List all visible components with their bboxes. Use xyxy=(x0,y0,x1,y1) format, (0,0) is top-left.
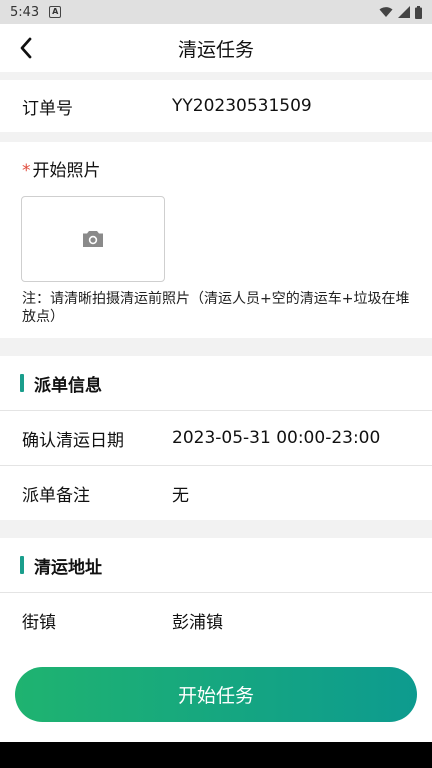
status-time: 5:43 xyxy=(10,4,40,20)
dispatch-remark-label: 派单备注 xyxy=(22,485,90,506)
address-header: 清运地址 xyxy=(0,538,432,592)
start-photo-card: * 开始照片 注：请清晰拍摄清运前照片（清运人员+空的清运车+垃圾在堆放点） xyxy=(0,142,432,338)
required-mark: * xyxy=(22,161,31,181)
street-value: 彭浦镇 xyxy=(172,612,223,633)
dispatch-heading: 派单信息 xyxy=(34,375,102,396)
dispatch-date-value: 2023-05-31 00:00-23:00 xyxy=(172,428,381,448)
street-row: 街镇 彭浦镇 xyxy=(0,593,432,647)
start-task-button[interactable]: 开始任务 xyxy=(15,667,417,722)
notification-icon: A xyxy=(49,6,62,18)
system-navigation-bar xyxy=(0,742,432,768)
section-accent-bar xyxy=(20,556,24,574)
dispatch-card: 派单信息 确认清运日期 2023-05-31 00:00-23:00 派单备注 … xyxy=(0,356,432,520)
dispatch-remark-value: 无 xyxy=(172,485,189,506)
photo-upload-button[interactable] xyxy=(21,196,165,282)
dispatch-date-label: 确认清运日期 xyxy=(22,430,124,451)
bottom-action-bar: 开始任务 xyxy=(0,648,432,742)
photo-note: 注：请清晰拍摄清运前照片（清运人员+空的清运车+垃圾在堆放点） xyxy=(22,291,410,325)
dispatch-remark-row: 派单备注 无 xyxy=(0,466,432,520)
back-button[interactable] xyxy=(10,32,42,64)
street-label: 街镇 xyxy=(22,612,56,633)
dispatch-date-row: 确认清运日期 2023-05-31 00:00-23:00 xyxy=(0,411,432,465)
wifi-icon xyxy=(379,7,393,17)
signal-icon xyxy=(398,6,410,18)
address-card: 清运地址 街镇 彭浦镇 xyxy=(0,538,432,648)
order-label: 订单号 xyxy=(22,98,73,119)
start-photo-label: 开始照片 xyxy=(32,161,101,181)
dispatch-header: 派单信息 xyxy=(0,356,432,410)
status-bar: 5:43 A xyxy=(0,0,432,24)
page-title: 清运任务 xyxy=(177,38,254,61)
camera-icon xyxy=(83,231,103,247)
section-accent-bar xyxy=(20,374,24,392)
order-value: YY20230531509 xyxy=(172,96,312,116)
nav-bar: 清运任务 xyxy=(0,24,432,72)
address-heading: 清运地址 xyxy=(34,557,102,578)
order-row: 订单号 YY20230531509 xyxy=(0,80,432,132)
order-card: 订单号 YY20230531509 xyxy=(0,80,432,132)
start-photo-title: * 开始照片 xyxy=(0,142,432,181)
chevron-left-icon xyxy=(20,37,32,59)
battery-icon xyxy=(415,5,422,19)
